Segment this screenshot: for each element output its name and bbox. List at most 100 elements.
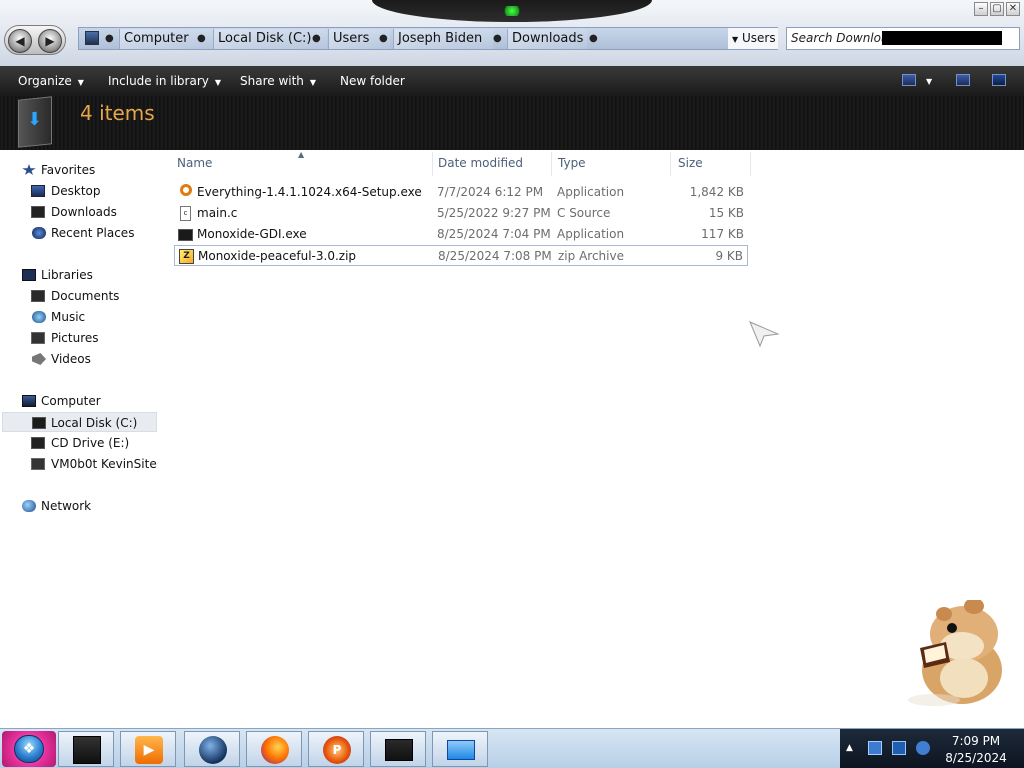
computer-icon (85, 31, 99, 45)
close-button[interactable]: ✕ (1006, 2, 1020, 16)
network-tray-icon[interactable] (892, 741, 906, 755)
nav-label: Pictures (51, 331, 99, 345)
nav-recent-places[interactable]: Recent Places (30, 223, 188, 243)
column-separator[interactable] (670, 152, 671, 176)
nav-label: Recent Places (51, 226, 135, 240)
include-in-library-label: Include in library (108, 74, 209, 88)
address-bar[interactable]: ● Computer ● Local Disk (C:) ● Users ● J… (78, 27, 778, 50)
back-button[interactable]: ◀ (8, 29, 32, 53)
file-row[interactable]: c main.c 5/25/2022 9:27 PM C Source 15 K… (174, 203, 748, 224)
column-header-size[interactable]: Size (678, 156, 703, 170)
share-with-button[interactable]: Share with ▼ (240, 74, 316, 88)
nav-desktop[interactable]: Desktop (30, 181, 188, 201)
c-source-file-icon: c (180, 206, 191, 221)
file-type: C Source (557, 206, 611, 220)
column-header-type[interactable]: Type (558, 156, 586, 170)
file-date: 8/25/2024 7:08 PM (438, 249, 552, 263)
maximize-button[interactable]: ▢ (990, 2, 1004, 16)
breadcrumb-local-disk[interactable]: Local Disk (C:) (213, 29, 327, 49)
minimize-button[interactable]: – (974, 2, 988, 16)
address-dropdown-label: Users (741, 31, 776, 45)
file-row[interactable]: Monoxide-GDI.exe 8/25/2024 7:04 PM Appli… (174, 224, 748, 245)
file-row-selected[interactable]: Z Monoxide-peaceful-3.0.zip 8/25/2024 7:… (174, 245, 748, 266)
recent-places-icon (32, 227, 46, 239)
breadcrumb-user-folder[interactable]: Joseph Biden (393, 29, 493, 49)
file-size: 15 KB (708, 206, 744, 220)
column-separator[interactable] (551, 152, 552, 176)
new-folder-button[interactable]: New folder (340, 74, 405, 88)
nav-downloads[interactable]: Downloads (30, 202, 188, 222)
preview-pane-icon[interactable] (956, 74, 970, 86)
show-hidden-icons-chevron-icon[interactable]: ▲ (846, 741, 860, 755)
hamster-pet-icon (908, 600, 1002, 706)
downloads-folder-icon (18, 96, 52, 148)
include-in-library-button[interactable]: Include in library ▼ (108, 74, 221, 88)
clock-date[interactable]: 8/25/2024 (928, 751, 1024, 765)
clock-time[interactable]: 7:09 PM (928, 734, 1024, 748)
start-button[interactable]: ❖ (2, 731, 56, 767)
file-date: 8/25/2024 7:04 PM (437, 227, 551, 241)
nav-computer[interactable]: Computer (20, 391, 178, 411)
column-separator[interactable] (432, 152, 433, 176)
breadcrumb-separator-icon: ● (379, 33, 388, 44)
file-list: ▲ Name Date modified Type Size Everythin… (170, 150, 1024, 728)
nav-network[interactable]: Network (20, 496, 178, 516)
documents-icon (31, 290, 45, 302)
help-icon[interactable] (992, 74, 1006, 86)
breadcrumb-separator-icon: ● (493, 33, 502, 44)
file-name: Monoxide-GDI.exe (197, 227, 307, 241)
nav-pictures[interactable]: Pictures (30, 328, 188, 348)
cd-drive-icon (31, 437, 45, 449)
local-disk-icon (32, 417, 46, 429)
nav-cd-drive[interactable]: CD Drive (E:) (30, 433, 188, 453)
window-titlebar: – ▢ ✕ ◀ ▶ ● Computer ● Local Disk (C:) ●… (0, 0, 1024, 66)
file-type: Application (557, 185, 625, 199)
column-header-date-modified[interactable]: Date modified (438, 156, 523, 170)
breadcrumb-downloads[interactable]: Downloads (507, 29, 587, 49)
videos-icon (32, 353, 46, 365)
taskbar-app-paint[interactable]: P (308, 731, 364, 767)
new-folder-label: New folder (340, 74, 405, 88)
change-view-icon[interactable] (902, 74, 916, 86)
taskbar-app-globe[interactable] (184, 731, 240, 767)
file-date: 5/25/2022 9:27 PM (437, 206, 551, 220)
breadcrumb-separator-icon: ● (312, 33, 321, 44)
chevron-down-icon: ▼ (309, 78, 317, 87)
monitor-icon (73, 736, 101, 764)
redaction-bar (882, 31, 1002, 45)
network-drive-icon (31, 458, 45, 470)
file-date: 7/7/2024 6:12 PM (437, 185, 544, 199)
nav-network-drive[interactable]: VM0b0t KevinSite (30, 454, 188, 474)
address-dropdown[interactable]: ▼ Users (728, 28, 778, 49)
star-icon (22, 164, 36, 175)
nav-local-disk[interactable]: Local Disk (C:) (2, 412, 157, 432)
nav-label: Computer (41, 394, 101, 408)
file-row[interactable]: Everything-1.4.1.1024.x64-Setup.exe 7/7/… (174, 182, 748, 203)
nav-label: Favorites (41, 163, 96, 177)
nav-favorites[interactable]: Favorites (20, 160, 178, 180)
forward-button[interactable]: ▶ (38, 29, 62, 53)
desktop-icon (31, 185, 45, 197)
taskbar-app-media-player[interactable]: ▶ (120, 731, 176, 767)
column-header-name[interactable]: Name (177, 156, 212, 170)
organize-button[interactable]: Organize ▼ (18, 74, 84, 88)
chevron-down-icon: ▼ (732, 35, 739, 44)
nav-documents[interactable]: Documents (30, 286, 188, 306)
taskbar-app-screen[interactable] (370, 731, 426, 767)
nav-label: Music (51, 310, 86, 324)
nav-videos[interactable]: Videos (30, 349, 188, 369)
view-options-chevron-icon[interactable]: ▼ (926, 77, 932, 86)
column-separator[interactable] (750, 152, 751, 176)
taskbar-app-monitor[interactable] (58, 731, 114, 767)
file-name: Monoxide-peaceful-3.0.zip (198, 249, 357, 263)
taskbar-app-firefox[interactable] (246, 731, 302, 767)
file-size: 117 KB (701, 227, 744, 241)
file-type: Application (557, 227, 625, 241)
navigation-buttons: ◀ ▶ (4, 25, 66, 55)
nav-libraries[interactable]: Libraries (20, 265, 178, 285)
libraries-icon (22, 269, 36, 281)
taskbar-app-keyboard[interactable] (432, 731, 488, 767)
tray-app-icon[interactable] (868, 741, 882, 755)
nav-music[interactable]: Music (30, 307, 188, 327)
nav-label: Network (41, 499, 92, 513)
